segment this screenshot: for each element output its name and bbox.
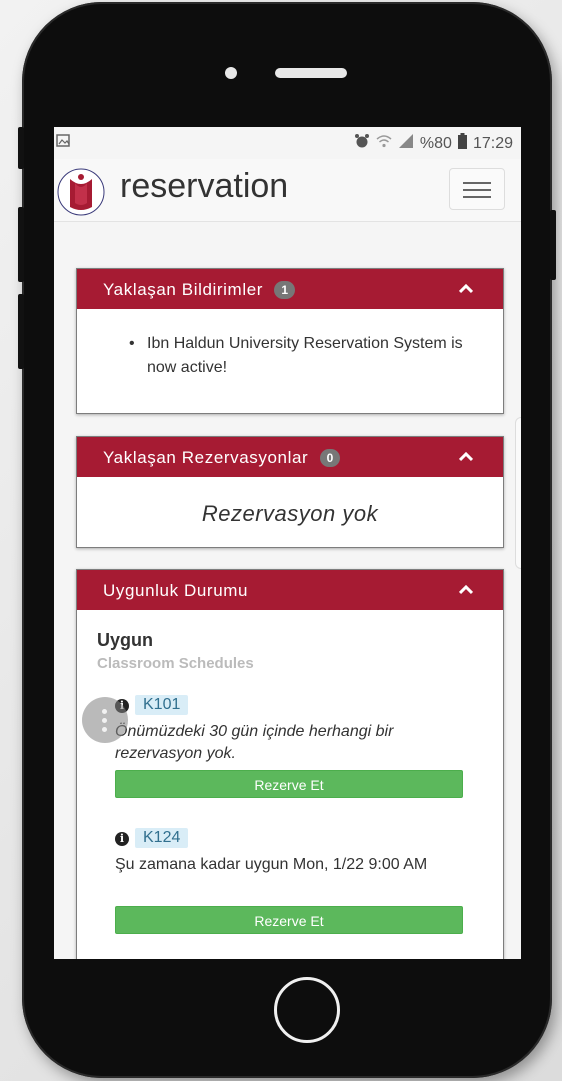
reservations-title-wrap: Yaklaşan Rezervasyonlar 0 [103, 448, 341, 468]
notifications-count-badge: 1 [274, 281, 296, 299]
hamburger-icon-bottom [463, 196, 491, 198]
battery-percent: %80 [419, 134, 452, 152]
menu-toggle-button[interactable] [449, 168, 505, 210]
volume-up-button [18, 207, 24, 282]
info-icon[interactable]: i [115, 832, 129, 846]
signal-icon [398, 133, 414, 154]
more-vertical-dot [102, 727, 107, 732]
chevron-up-icon[interactable] [458, 279, 474, 299]
hamburger-icon [463, 182, 491, 184]
reservations-panel: Yaklaşan Rezervasyonlar 0 Rezervasyon yo… [76, 436, 504, 548]
scrollbar[interactable] [515, 417, 521, 569]
alarm-icon [354, 133, 370, 154]
more-vertical-dot [102, 718, 107, 723]
availability-heading: Uygun [97, 630, 153, 650]
power-button [550, 210, 556, 280]
floating-more-button[interactable] [82, 697, 128, 743]
chevron-up-icon[interactable] [458, 580, 474, 600]
room-description: Önümüzdeki 30 gün içinde herhangi bir re… [115, 723, 394, 762]
reservations-title: Yaklaşan Rezervasyonlar [103, 448, 309, 467]
phone-screen: %80 17:29 reservation Yaklaşan Bildiriml… [54, 127, 521, 959]
reserve-button[interactable]: Rezerve Et [115, 906, 463, 934]
mute-switch [18, 127, 24, 169]
earpiece-speaker [275, 68, 347, 78]
room-item: i K124 Şu zamana kadar uygun Mon, 1/22 9… [115, 828, 465, 938]
chevron-up-icon[interactable] [458, 447, 474, 467]
notification-item: Ibn Haldun University Reservation System… [129, 332, 467, 380]
notifications-panel: Yaklaşan Bildirimler 1 Ibn Haldun Univer… [76, 268, 504, 414]
main-content: Yaklaşan Bildirimler 1 Ibn Haldun Univer… [54, 222, 521, 959]
brand-name[interactable]: reservation [120, 167, 288, 206]
volume-down-button [18, 294, 24, 369]
image-icon [56, 133, 72, 153]
front-camera [225, 67, 237, 79]
reserve-button[interactable]: Rezerve Et [115, 770, 463, 798]
notifications-title-wrap: Yaklaşan Bildirimler 1 [103, 280, 296, 300]
reservations-count-badge: 0 [319, 449, 341, 467]
reservations-panel-header[interactable]: Yaklaşan Rezervasyonlar 0 [77, 437, 503, 477]
status-time: 17:29 [472, 134, 513, 152]
room-label[interactable]: K101 [135, 695, 189, 715]
more-vertical-icon [102, 709, 107, 714]
home-button[interactable] [274, 977, 340, 1043]
navbar: reservation [54, 159, 521, 222]
university-logo[interactable] [56, 167, 106, 217]
availability-title: Uygunluk Durumu [103, 581, 249, 600]
battery-icon [457, 133, 467, 154]
status-bar: %80 17:29 [54, 127, 521, 159]
room-description: Şu zamana kadar uygun Mon, 1/22 9:00 AM [115, 856, 428, 873]
room-label[interactable]: K124 [135, 828, 189, 848]
hamburger-icon-middle [463, 189, 491, 191]
availability-subheading: Classroom Schedules [97, 655, 254, 672]
wifi-icon [376, 133, 392, 154]
availability-panel: Uygunluk Durumu Uygun Classroom Schedule… [76, 569, 504, 959]
no-reservations-text: Rezervasyon yok [201, 501, 379, 526]
room-item: i K101 Önümüzdeki 30 gün içinde herhangi… [115, 695, 465, 805]
notifications-title: Yaklaşan Bildirimler [103, 280, 264, 299]
availability-panel-header[interactable]: Uygunluk Durumu [77, 570, 503, 610]
notifications-panel-header[interactable]: Yaklaşan Bildirimler 1 [77, 269, 503, 309]
